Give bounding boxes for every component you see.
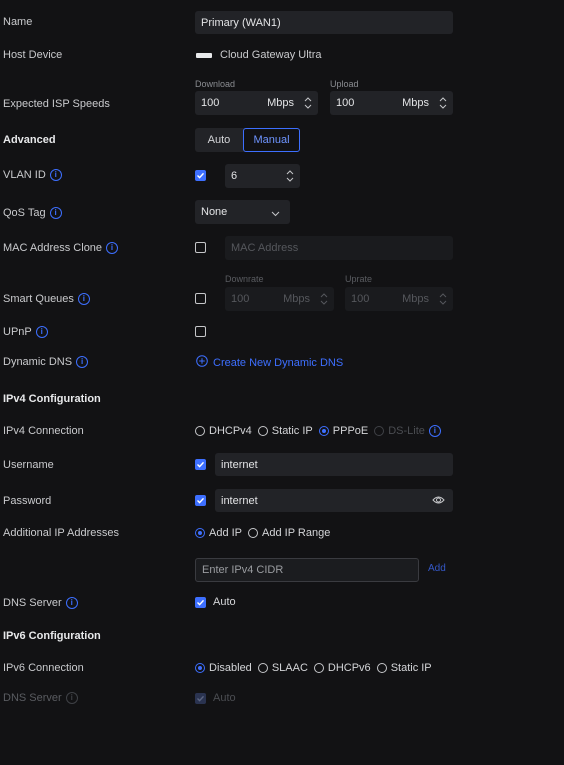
ipv4-static-ip-option[interactable]: Static IP [257,425,313,437]
vlan-checkbox[interactable] [195,170,206,181]
info-icon[interactable]: i [76,356,89,368]
add-ip-option[interactable]: Add IP [195,527,242,539]
upnp-checkbox[interactable] [195,326,206,337]
ipv4-ds-lite-option[interactable]: DS-Lite [374,425,425,437]
additional-ip-radio-group: Add IP Add IP Range [195,527,336,539]
info-icon[interactable]: i [428,425,441,437]
download-label: Download [195,79,236,89]
additional-ip-label: Additional IP Addresses [3,527,119,539]
radio-selected-icon[interactable] [195,663,205,673]
ipv4-dns-auto-label: Auto [213,596,236,608]
mac-address-input[interactable]: MAC Address [225,236,453,260]
ipv4-pppoe-option[interactable]: PPPoE [318,425,368,437]
ipv6-dns-label: DNS Server i [3,692,78,704]
username-checkbox[interactable] [195,459,206,470]
vlan-label: VLAN ID i [3,169,62,181]
ipv6-connection-radio-group: Disabled SLAAC DHCPv6 Static IP [195,662,438,674]
ipv6-connection-label: IPv6 Connection [3,662,84,674]
add-ip-range-option[interactable]: Add IP Range [248,527,330,539]
smart-queues-checkbox[interactable] [195,293,206,304]
upload-speed-input[interactable]: 100 Mbps [330,91,453,115]
ipv6-static-ip-option[interactable]: Static IP [376,662,432,674]
advanced-toggle[interactable]: Auto Manual [195,128,300,152]
isp-speeds-label: Expected ISP Speeds [3,98,110,110]
qos-tag-select[interactable]: None [195,200,290,224]
advanced-manual-option[interactable]: Manual [243,128,300,152]
ipv4-config-heading: IPv4 Configuration [3,393,101,405]
stepper-icon[interactable] [320,292,328,306]
stepper-icon[interactable] [439,292,447,306]
gateway-device-icon [196,52,212,58]
ipv6-slaac-option[interactable]: SLAAC [257,662,308,674]
chevron-down-icon [271,208,280,220]
upload-label: Upload [330,79,359,89]
ipv4-dns-auto-checkbox[interactable] [195,597,206,608]
ipv6-dns-auto-label: Auto [213,692,236,704]
username-label: Username [3,459,54,471]
radio-selected-icon[interactable] [318,426,329,436]
info-icon[interactable]: i [49,169,62,181]
radio-icon[interactable] [376,663,387,673]
stepper-icon[interactable] [286,169,294,183]
mac-clone-checkbox[interactable] [195,242,206,253]
name-input[interactable]: Primary (WAN1) [195,11,453,34]
info-icon[interactable]: i [106,242,119,254]
ipv6-config-heading: IPv6 Configuration [3,630,101,642]
eye-icon[interactable] [432,495,445,508]
info-icon[interactable]: i [35,326,48,338]
username-input[interactable]: internet [215,453,453,476]
ipv4-dhcpv4-option[interactable]: DHCPv4 [195,425,252,437]
ipv4-dns-label: DNS Server i [3,597,78,609]
advanced-auto-option[interactable]: Auto [195,128,243,152]
host-device-value: Cloud Gateway Ultra [196,49,322,61]
radio-selected-icon[interactable] [195,528,205,538]
info-icon[interactable]: i [77,293,90,305]
mac-clone-label: MAC Address Clone i [3,242,119,254]
add-cidr-button[interactable]: Add [428,563,446,574]
download-speed-input[interactable]: 100 Mbps [195,91,318,115]
stepper-icon[interactable] [439,96,447,110]
create-dynamic-dns-link[interactable]: Create New Dynamic DNS [196,355,343,370]
radio-icon[interactable] [313,663,324,673]
ipv4-connection-label: IPv4 Connection [3,425,84,437]
ipv4-connection-radio-group: DHCPv4 Static IP PPPoE DS-Lite i [195,425,441,437]
password-input[interactable]: internet [215,489,453,512]
info-icon[interactable]: i [65,597,78,609]
radio-icon[interactable] [257,426,268,436]
ipv6-dns-auto-checkbox[interactable] [195,693,206,704]
radio-icon[interactable] [195,426,205,436]
radio-icon[interactable] [257,663,268,673]
stepper-icon[interactable] [304,96,312,110]
uprate-label: Uprate [345,274,373,284]
uprate-input[interactable]: 100 Mbps [345,287,453,311]
password-label: Password [3,495,52,507]
radio-icon[interactable] [374,426,385,436]
ipv6-disabled-option[interactable]: Disabled [195,662,252,674]
advanced-label: Advanced [3,134,56,146]
name-label: Name [3,16,33,28]
password-checkbox[interactable] [195,495,206,506]
ipv6-dhcpv6-option[interactable]: DHCPv6 [313,662,371,674]
upnp-label: UPnP i [3,326,48,338]
downrate-label: Downrate [225,274,264,284]
radio-icon[interactable] [248,528,259,538]
ipv4-cidr-input[interactable]: Enter IPv4 CIDR [195,558,419,582]
dynamic-dns-label: Dynamic DNS i [3,356,89,368]
vlan-id-input[interactable]: 6 [225,164,300,188]
downrate-input[interactable]: 100 Mbps [225,287,334,311]
smart-queues-label: Smart Queues i [3,293,90,305]
info-icon: i [65,692,78,704]
plus-circle-icon [196,355,208,370]
host-device-label: Host Device [3,49,63,61]
qos-tag-label: QoS Tag i [3,207,62,219]
info-icon[interactable]: i [49,207,62,219]
